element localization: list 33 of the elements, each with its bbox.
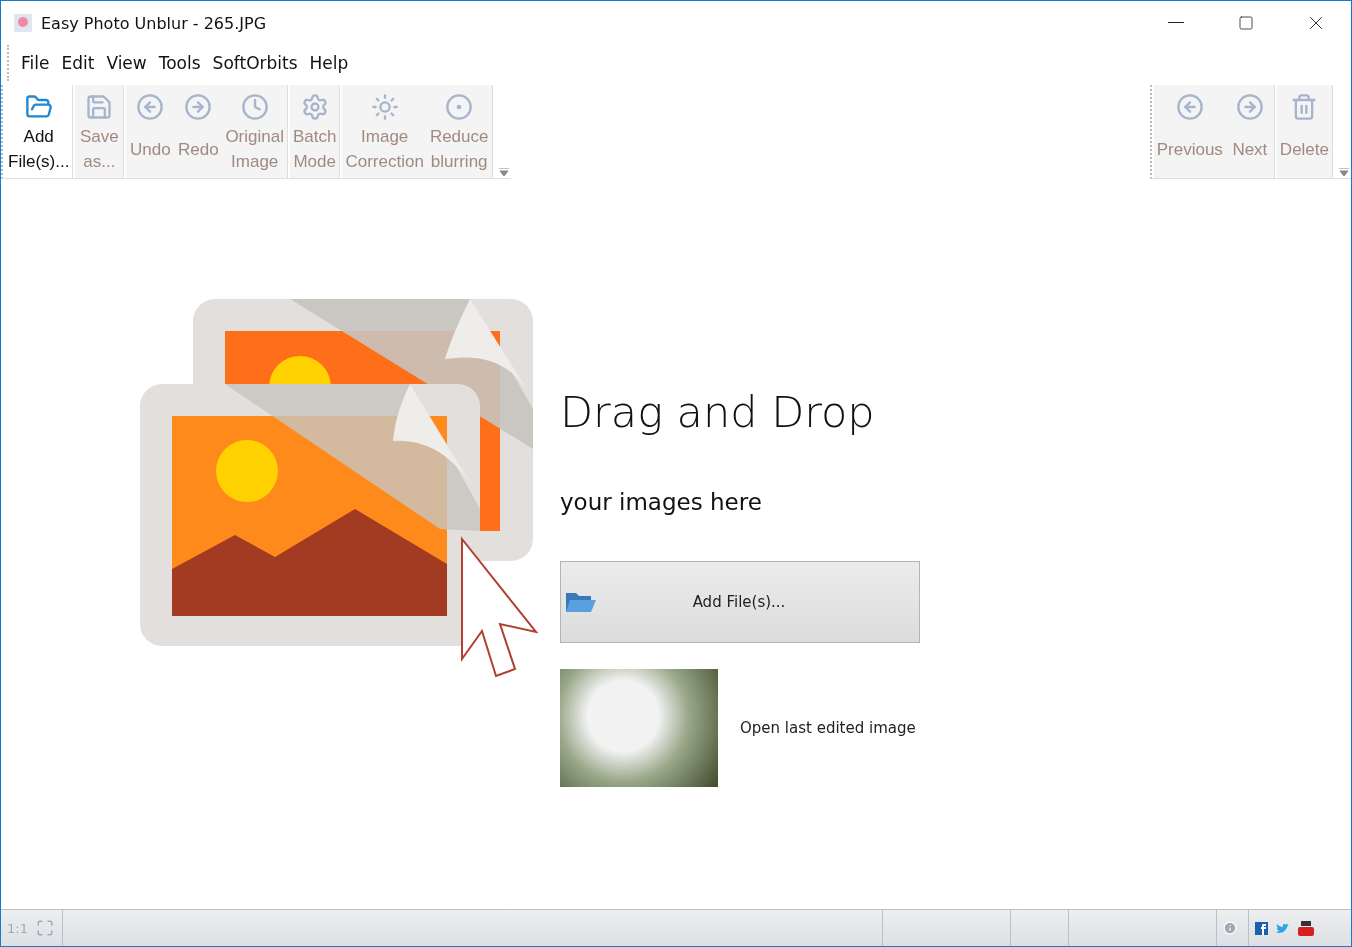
toolbar-icon <box>136 93 165 121</box>
photo-placeholder[interactable] <box>560 669 718 787</box>
toolbar-icon <box>300 92 329 121</box>
drop-subheading: your images here <box>560 489 763 515</box>
menu-item[interactable]: File <box>17 53 54 73</box>
folder-icon <box>565 590 597 614</box>
toolbar-icon <box>85 92 114 121</box>
overflow-caret-icon[interactable] <box>1339 168 1349 176</box>
app-logo-icon <box>13 13 33 33</box>
drop-heading: Drag and Drop <box>560 387 876 437</box>
menu-item[interactable]: Tools <box>154 53 205 73</box>
toolbar-icon <box>184 93 213 121</box>
facebook-icon[interactable] <box>1255 921 1268 935</box>
open-last-image-link[interactable]: Open last edited image <box>740 719 916 737</box>
info-icon[interactable] <box>1223 921 1237 935</box>
menu-item[interactable]: Edit <box>57 53 99 73</box>
menu-item[interactable]: View <box>102 53 151 73</box>
menu-item[interactable]: Help <box>305 53 353 73</box>
window-title: Easy Photo Unblur - 265.JPG <box>41 13 268 33</box>
maximize-icon <box>1238 15 1254 31</box>
toolbar-icon <box>370 92 399 121</box>
minimize-icon <box>1168 22 1184 24</box>
zoom-label[interactable]: 1:1 <box>7 920 28 936</box>
toolbar-icon <box>1235 93 1264 121</box>
twitter-icon[interactable] <box>1276 922 1290 934</box>
toolbar-icon <box>1175 93 1204 121</box>
toolbar-icon <box>240 92 269 121</box>
youtube-icon[interactable] <box>1298 920 1314 936</box>
menu-item[interactable]: SoftOrbits <box>208 53 302 73</box>
toolbar-icon <box>445 92 474 121</box>
add-files-button[interactable]: Add File(s)... <box>560 561 920 643</box>
fit-icon[interactable] <box>35 919 54 937</box>
overflow-caret-icon[interactable] <box>498 168 509 176</box>
